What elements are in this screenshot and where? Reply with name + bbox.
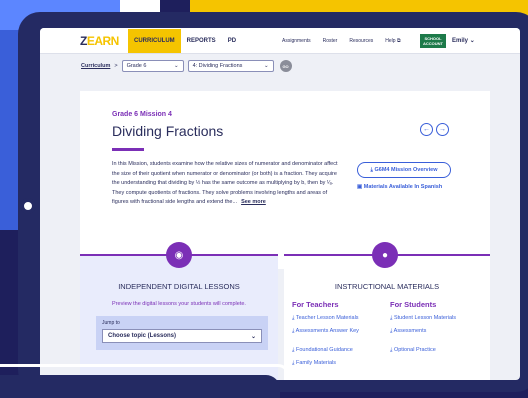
mission-eyebrow: Grade 6 Mission 4: [112, 111, 172, 118]
teacher-lesson-materials-link[interactable]: ⤓ Teacher Lesson Materials: [292, 315, 359, 322]
breadcrumb-curriculum[interactable]: Curriculum: [81, 63, 110, 69]
teachers-heading: For Teachers: [292, 300, 339, 309]
nav-resources[interactable]: Resources: [343, 38, 379, 44]
assessments-link[interactable]: ⤓ Assessments: [390, 328, 456, 335]
grade-select[interactable]: Grade 6 ⌄: [121, 60, 184, 72]
zearn-logo[interactable]: ZEARN: [80, 34, 128, 48]
app-screen: ZEARN CURRICULUM REPORTS PD Assignments …: [40, 28, 520, 380]
chevron-down-icon: ⌄: [250, 333, 256, 340]
nav-right: Assignments Roster Resources Help ⧉: [276, 28, 407, 54]
student-lesson-materials-link[interactable]: ⤓ Student Lesson Materials: [390, 315, 456, 322]
instructional-materials-panel: ● INSTRUCTIONAL MATERIALS For Teachers ⤓…: [284, 242, 490, 380]
go-button[interactable]: GO: [279, 60, 292, 72]
translate-icon: ▣: [357, 184, 364, 190]
nav-roster[interactable]: Roster: [317, 38, 344, 44]
digital-lessons-panel: ◉ INDEPENDENT DIGITAL LESSONS Preview th…: [80, 242, 278, 380]
apple-icon: ●: [372, 242, 398, 268]
assessments-answer-key-link[interactable]: ⤓ Assessments Answer Key: [292, 328, 359, 335]
mission-overview-button[interactable]: ⤓ G6M4 Mission Overview: [357, 162, 451, 178]
decor-frame-bottom: [0, 375, 280, 398]
next-arrow-icon[interactable]: →: [436, 123, 449, 136]
jump-to-box: Jump to Choose topic (Lessons) ⌄: [96, 316, 268, 350]
school-account-button[interactable]: SCHOOL ACCOUNT: [420, 34, 446, 48]
chevron-down-icon: ⌄: [469, 38, 475, 44]
nav-pd[interactable]: PD: [222, 38, 242, 44]
title-underline: [112, 148, 144, 151]
chevron-down-icon: ⌄: [173, 63, 179, 69]
nav-reports[interactable]: REPORTS: [181, 38, 222, 44]
nav-help[interactable]: Help ⧉: [379, 38, 406, 44]
page-title: Dividing Fractions: [112, 123, 224, 139]
students-heading: For Students: [390, 300, 437, 309]
mission-description: In this Mission, students examine how th…: [112, 161, 338, 205]
prev-arrow-icon[interactable]: ←: [420, 123, 433, 136]
mission-card: Grade 6 Mission 4 Dividing Fractions In …: [80, 91, 490, 269]
external-link-icon: ⧉: [396, 38, 401, 44]
see-more-link[interactable]: See more: [241, 199, 266, 205]
breadcrumb: Curriculum > Grade 6 ⌄ 4: Dividing Fracti…: [40, 55, 520, 77]
mission-select[interactable]: 4: Dividing Fractions ⌄: [187, 60, 274, 72]
lower-section: ◉ INDEPENDENT DIGITAL LESSONS Preview th…: [80, 242, 490, 380]
students-column: For Students ⤓ Student Lesson Materials …: [390, 300, 456, 360]
foundational-guidance-link[interactable]: ⤓ Foundational Guidance: [292, 347, 359, 354]
top-nav: ZEARN CURRICULUM REPORTS PD Assignments …: [40, 28, 520, 54]
family-materials-link[interactable]: ⤓ Family Materials: [292, 360, 359, 367]
materials-heading: INSTRUCTIONAL MATERIALS: [334, 282, 440, 291]
spanish-materials-link[interactable]: ▣ Materials Available In Spanish: [357, 184, 442, 190]
optional-practice-link[interactable]: ⤓ Optional Practice: [390, 347, 456, 354]
lessons-heading: INDEPENDENT DIGITAL LESSONS: [118, 282, 240, 291]
teachers-column: For Teachers ⤓ Teacher Lesson Materials …: [292, 300, 359, 373]
jump-label: Jump to: [102, 320, 120, 326]
tablet-camera: [20, 198, 36, 214]
breadcrumb-separator: >: [114, 63, 118, 69]
lessons-subtext: Preview the digital lessons your student…: [112, 301, 246, 307]
lessons-icon: ◉: [166, 242, 192, 268]
nav-curriculum[interactable]: CURRICULUM: [128, 28, 181, 53]
user-menu[interactable]: Emily ⌄: [452, 37, 475, 44]
topic-select[interactable]: Choose topic (Lessons) ⌄: [102, 329, 262, 343]
nav-assignments[interactable]: Assignments: [276, 38, 317, 44]
chevron-down-icon: ⌄: [263, 63, 269, 69]
